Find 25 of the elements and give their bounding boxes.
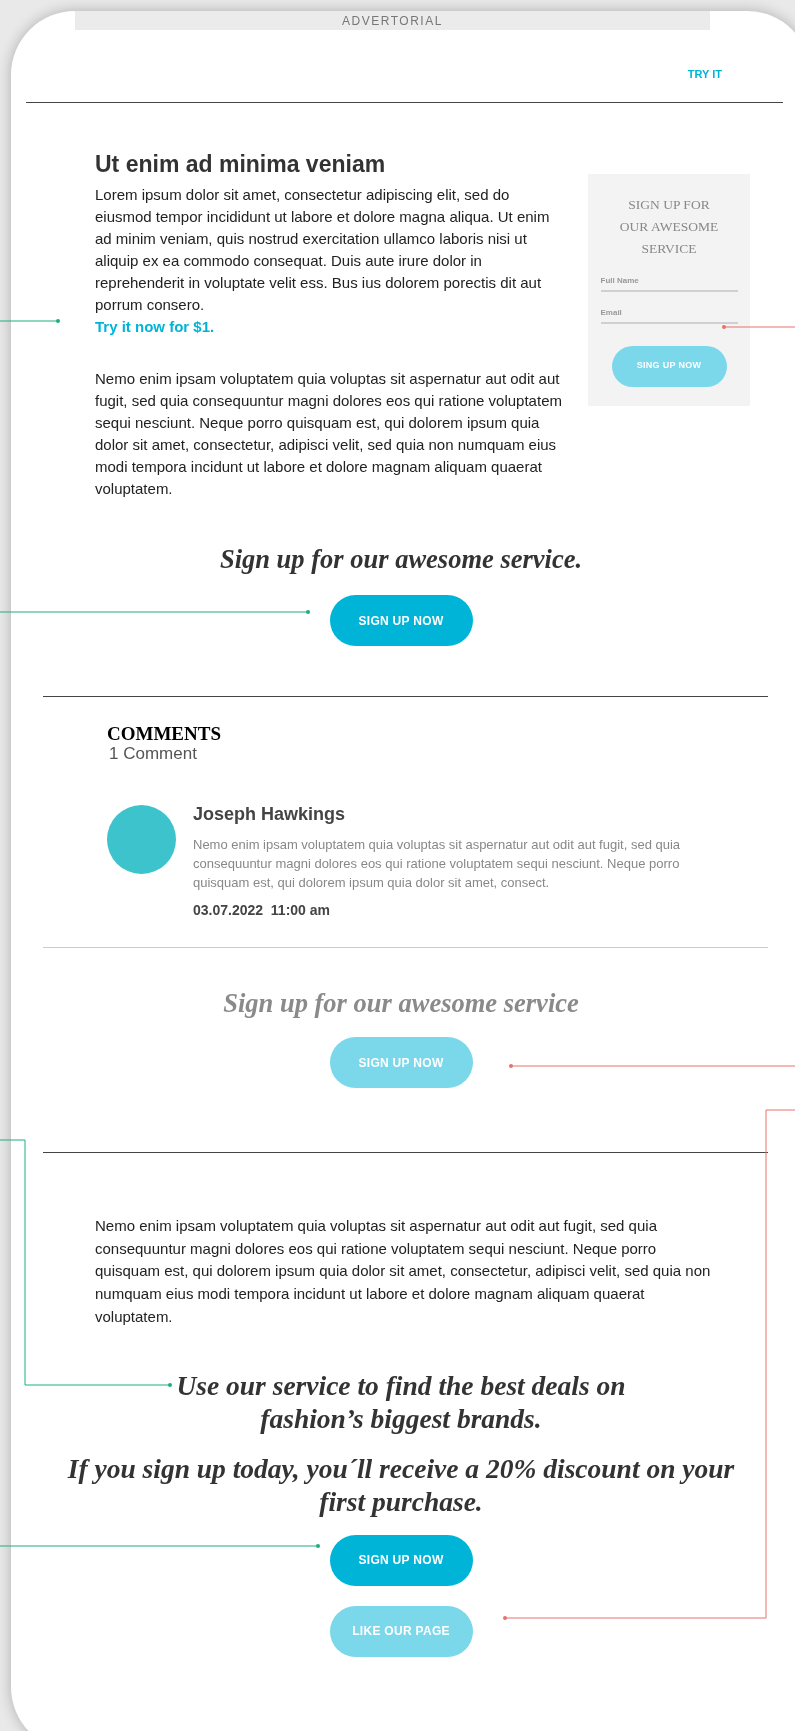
sign-up-button[interactable]: SIGN UP NOW [329, 1037, 473, 1088]
comment-count: 1 Comment [109, 744, 198, 765]
sign-up-button[interactable]: SIGN UP NOW [329, 595, 473, 647]
leader-line [0, 319, 60, 323]
promo-headline: If you sign up today, you´ll receive a 20% discount on your first purchase. [66, 1451, 736, 1518]
article-paragraph: Nemo enim ipsam voluptatem quia voluptas sit aspernatur aut odit aut fugit, sed quia consequuntur magni dolores eos qui ratione voluptatem sequi nesciunt. Neque porro quisquam est, qui dolorem ipsum quia dolor sit amet, consectetur, adipisci velit, sed quia non numquam eius modi tempora incidunt ut labore et dolore magnam aliquam quaerat voluptatem. [95, 368, 563, 499]
promo-headline: Use our service to find the best deals on fashion’s biggest brands. [175, 1368, 627, 1435]
cta-headline: Sign up for our awesome service [223, 987, 579, 1021]
text-field[interactable]: Full Name [600, 271, 738, 292]
try-it-link[interactable]: TRY IT [687, 66, 722, 83]
comment-date: 03.07.2022 11:00 am [193, 901, 331, 921]
sign-up-button[interactable]: SING UP NOW [611, 345, 727, 387]
comment-author: Joseph Hawkings [193, 803, 347, 827]
article-paragraph: Lorem ipsum dolor sit amet, consectetur adipiscing elit, sed do eiusmod tempor incididunt ut labore et dolore magna aliqua. Ut enim ad minim veniam, quis nostrud exercitation ullamco laboris nisi ut aliquip ex ea commodo consequat. Duis aute irure dolor in reprehenderit in voluptate velit ess. Bus ius dolorem porectis dit aut porrum consero. Try it now for $1. [95, 184, 551, 337]
closing-paragraph: Nemo enim ipsam voluptatem quia voluptas sit aspernatur aut odit aut fugit, sed quia consequuntur magni dolores eos qui ratione voluptatem sequi nesciunt. Neque porro quisquam est, qui dolorem ipsum quia dolor sit amet, consectetur, adipisci velit, sed quia non numquam eius modi tempora incidunt ut labore et dolore magnam aliquam quaerat voluptatem. [95, 1216, 712, 1327]
comments-title: COMMENTS [107, 724, 222, 745]
sign-up-button[interactable]: SIGN UP NOW [329, 1534, 473, 1586]
text-field[interactable]: Email [600, 303, 738, 324]
try-it-link[interactable]: Try it now for $1. [95, 317, 215, 335]
article-title: Ut enim ad minima veniam [95, 149, 387, 178]
ad-banner: ADVERTORIAL [75, 11, 710, 30]
cta-headline: Sign up for our awesome service. [219, 542, 583, 576]
sign-up-button[interactable]: LIKE OUR PAGE [329, 1605, 473, 1657]
comment-text: Nemo enim ipsam voluptatem quia voluptas sit aspernatur aut odit aut fugit, sed quia consequuntur magni dolores eos qui ratione voluptatem sequi nesciunt. Neque porro quisquam est, qui dolorem ipsum quia dolor sit amet, consect. [193, 836, 682, 893]
signup-title: SIGN UP FOR OUR AWESOME SERVICE [618, 195, 720, 258]
